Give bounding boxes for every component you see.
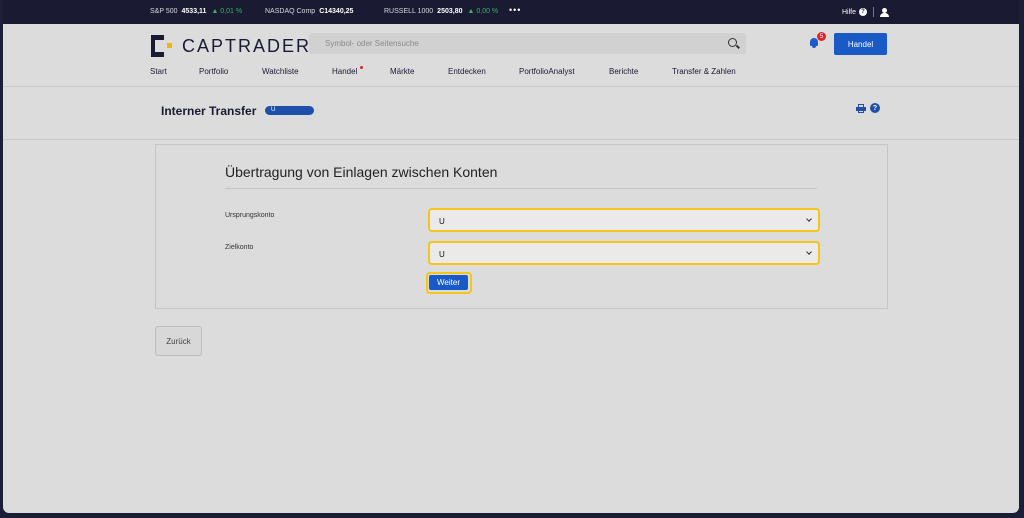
page-header: Interner Transfer U ?: [3, 87, 1019, 140]
page-title: Interner Transfer: [161, 104, 257, 118]
divider: [873, 7, 875, 17]
account-selector[interactable]: U: [265, 106, 314, 115]
nav-item-entdecken[interactable]: Entdecken: [448, 67, 486, 76]
search-placeholder: Symbol- oder Seitensuche: [325, 39, 419, 48]
transfer-form-card: Übertragung von Einlagen zwischen Konten…: [155, 144, 888, 309]
nav-item-start[interactable]: Start: [150, 67, 167, 76]
search-input[interactable]: Symbol- oder Seitensuche: [309, 33, 746, 54]
notification-badge: 5: [817, 32, 826, 41]
ticker-change: ▲ 0,01 %: [211, 8, 243, 15]
site-header: CAPTRADER Symbol- oder Seitensuche 5 Han…: [3, 24, 1019, 87]
next-button-highlight: Weiter: [426, 272, 472, 294]
help-menu[interactable]: Hilfe ?: [842, 7, 890, 17]
form-heading: Übertragung von Einlagen zwischen Konten: [225, 164, 498, 180]
ticker-name: NASDAQ Comp: [265, 8, 316, 15]
nav-item-portfolio[interactable]: Portfolio: [199, 67, 228, 76]
target-account-label: Zielkonto: [225, 244, 254, 251]
brand-name: CAPTRADER: [182, 35, 312, 56]
ticker-name: S&P 500: [150, 8, 178, 15]
nav-item-watchliste[interactable]: Watchliste: [262, 67, 299, 76]
help-label: Hilfe: [842, 8, 857, 16]
ticker-name: RUSSELL 1000: [384, 8, 434, 15]
trade-button[interactable]: Handel: [834, 33, 887, 55]
ticker-nasdaq[interactable]: NASDAQ Comp C14340,25: [265, 8, 353, 15]
help-circle-icon: ?: [859, 8, 868, 16]
divider: [225, 188, 817, 189]
ticker-change: ▲ 0,00 %: [467, 8, 499, 15]
captrader-logo[interactable]: CAPTRADER: [151, 35, 311, 57]
chevron-down-icon: [806, 249, 812, 255]
help-circle-icon[interactable]: ?: [870, 103, 880, 113]
nav-item-portfolioanalyst[interactable]: PortfolioAnalyst: [519, 67, 575, 76]
ticker-value: 2503,80: [437, 8, 463, 15]
nav-item-maerkte[interactable]: Märkte: [390, 67, 414, 76]
next-button[interactable]: Weiter: [429, 275, 468, 290]
logo-mark-icon: [151, 35, 172, 57]
ticker-value: 4533,11: [181, 8, 207, 15]
ticker-sp500[interactable]: S&P 500 4533,11 ▲ 0,01 %: [150, 8, 242, 15]
source-account-label: Ursprungskonto: [225, 212, 275, 219]
search-icon[interactable]: [728, 38, 737, 47]
user-icon[interactable]: [880, 7, 890, 17]
target-account-select[interactable]: U: [428, 241, 820, 265]
source-account-select[interactable]: U: [428, 208, 820, 232]
nav-alert-dot: [360, 66, 363, 69]
ticker-russell[interactable]: RUSSELL 1000 2503,80 ▲ 0,00 %: [384, 8, 498, 15]
source-account-value: U: [439, 217, 445, 226]
back-button[interactable]: Zurück: [155, 326, 202, 356]
market-ticker: S&P 500 4533,11 ▲ 0,01 % NASDAQ Comp C14340…: [3, 0, 1019, 24]
target-account-value: U: [439, 250, 445, 259]
nav-item-handel[interactable]: Handel: [332, 67, 357, 76]
nav-item-transfer-zahlen[interactable]: Transfer & Zahlen: [672, 67, 736, 76]
ticker-more-button[interactable]: •••: [509, 5, 521, 15]
nav-item-berichte[interactable]: Berichte: [609, 67, 638, 76]
app-window: S&P 500 4533,11 ▲ 0,01 % NASDAQ Comp C14340…: [3, 0, 1019, 513]
ticker-value: C14340,25: [319, 8, 354, 15]
chevron-down-icon: [806, 216, 812, 222]
print-icon[interactable]: [856, 104, 866, 113]
